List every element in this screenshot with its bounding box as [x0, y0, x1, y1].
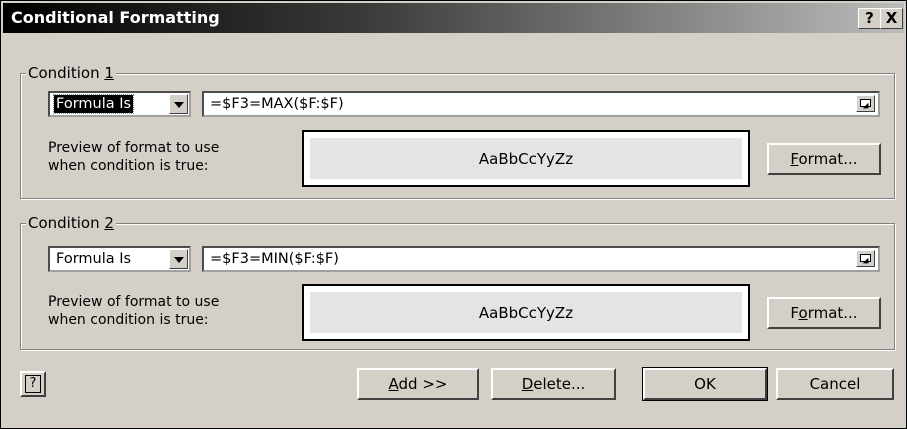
condition-2-format-button[interactable]: Format...	[767, 297, 881, 329]
condition-2-preview-label: Preview of format to use when condition …	[48, 294, 220, 328]
condition-2-preview-text: AaBbCcYyZz	[310, 292, 742, 333]
add-button[interactable]: Add >>	[357, 368, 479, 400]
condition-2-formula-value: =$F3=MIN($F:$F)	[210, 251, 339, 267]
condition-2-group: Condition 2 Formula Is =$F3=MIN($F:$F) P…	[20, 213, 895, 350]
condition-1-format-preview: AaBbCcYyZz	[302, 130, 750, 187]
chevron-down-icon[interactable]	[169, 94, 188, 114]
help-title-button[interactable]: ?	[858, 8, 881, 29]
dialog-title: Conditional Formatting	[11, 8, 220, 27]
condition-2-format-preview: AaBbCcYyZz	[302, 284, 750, 341]
condition-1-type-dropdown[interactable]: Formula Is	[48, 91, 191, 117]
cancel-button[interactable]: Cancel	[776, 368, 894, 400]
close-button[interactable]: X	[880, 8, 903, 29]
chevron-down-icon[interactable]	[169, 249, 188, 269]
close-icon: X	[885, 9, 898, 27]
conditional-formatting-dialog: Conditional Formatting ? X Condition 1 F…	[0, 0, 907, 429]
condition-1-group: Condition 1 Formula Is =$F3=MAX($F:$F) P…	[20, 63, 895, 199]
question-mark-icon: ?	[865, 9, 874, 27]
help-button[interactable]: ?	[20, 371, 46, 397]
condition-2-label: Condition 2	[26, 213, 116, 233]
condition-1-preview-text: AaBbCcYyZz	[310, 138, 742, 179]
condition-1-format-button[interactable]: Format...	[767, 143, 881, 175]
condition-2-formula-input[interactable]: =$F3=MIN($F:$F)	[202, 246, 880, 272]
condition-1-preview-label: Preview of format to use when condition …	[48, 140, 220, 174]
ok-button[interactable]: OK	[642, 367, 768, 401]
condition-2-type-value: Formula Is	[56, 251, 132, 267]
condition-1-formula-input[interactable]: =$F3=MAX($F:$F)	[202, 91, 880, 117]
delete-button[interactable]: Delete...	[491, 368, 616, 400]
condition-2-type-dropdown[interactable]: Formula Is	[48, 246, 191, 272]
condition-1-type-value: Formula Is	[52, 94, 135, 114]
question-mark-icon: ?	[25, 375, 41, 393]
condition-1-formula-value: =$F3=MAX($F:$F)	[210, 96, 344, 112]
condition-1-label: Condition 1	[26, 63, 116, 83]
collapse-dialog-icon[interactable]	[856, 95, 875, 112]
collapse-dialog-icon[interactable]	[856, 250, 875, 267]
title-bar[interactable]: Conditional Formatting ? X	[3, 3, 904, 33]
